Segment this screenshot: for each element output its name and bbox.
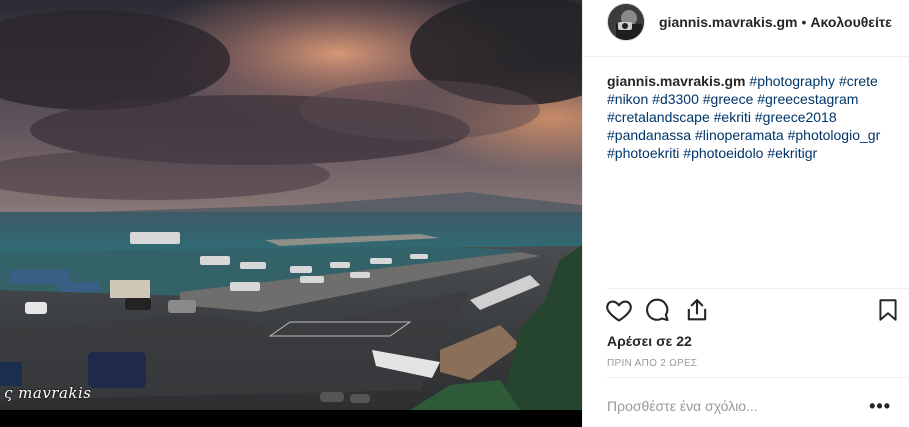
header-divider <box>583 56 909 57</box>
hashtag-link[interactable]: #greece2018 <box>755 109 837 125</box>
more-options-icon[interactable]: ••• <box>869 396 891 417</box>
hashtag-link[interactable]: #crete <box>839 73 878 89</box>
hashtag-link[interactable]: #linoperamata <box>695 127 784 143</box>
post-caption: giannis.mavrakis.gm #photography #crete … <box>607 72 897 162</box>
hashtag-link[interactable]: #cretalandscape <box>607 109 710 125</box>
caption-username[interactable]: giannis.mavrakis.gm <box>607 73 746 89</box>
avatar[interactable] <box>607 2 645 41</box>
post-header: giannis.mavrakis.gm • Ακολουθείτε <box>607 0 907 43</box>
hashtag-link[interactable]: #nikon <box>607 91 648 107</box>
harbour-photo <box>0 0 582 410</box>
comment-divider <box>607 377 909 378</box>
avatar-image <box>608 3 644 40</box>
hashtag-link[interactable]: #photoekriti <box>607 145 679 161</box>
bookmark-icon[interactable] <box>875 296 905 326</box>
hashtag-link[interactable]: #greece <box>703 91 754 107</box>
hashtag-link[interactable]: #ekritigr <box>767 145 817 161</box>
header-separator: • <box>801 13 807 30</box>
hashtag-link[interactable]: #ekriti <box>714 109 751 125</box>
hashtag-link[interactable]: #photologio_gr <box>788 127 881 143</box>
action-bar <box>605 296 905 328</box>
post-photo[interactable]: ς mavrakis <box>0 0 582 410</box>
post-sidebar: giannis.mavrakis.gm • Ακολουθείτε gianni… <box>582 0 909 427</box>
hashtag-link[interactable]: #photography <box>749 73 835 89</box>
post-timestamp[interactable]: ΠΡΙΝ ΑΠΟ 2 ΩΡΕΣ <box>607 358 697 369</box>
heart-icon[interactable] <box>605 296 635 326</box>
hashtag-link[interactable]: #photoeidolo <box>683 145 763 161</box>
photo-bottom-bar <box>0 410 582 427</box>
likes-count[interactable]: Αρέσει σε 22 <box>607 333 692 349</box>
photo-watermark: ς mavrakis <box>4 384 92 402</box>
post-view: ς mavrakis giannis.mavrakis.gm • Ακολουθ… <box>0 0 909 427</box>
hashtag-link[interactable]: #d3300 <box>652 91 699 107</box>
follow-status-button[interactable]: Ακολουθείτε <box>810 14 891 30</box>
hashtag-link[interactable]: #pandanassa <box>607 127 691 143</box>
comment-icon[interactable] <box>643 296 673 326</box>
hashtag-link[interactable]: #greecestagram <box>757 91 858 107</box>
actions-divider <box>607 288 909 289</box>
share-icon[interactable] <box>683 296 713 326</box>
header-username[interactable]: giannis.mavrakis.gm <box>659 14 798 30</box>
comment-input[interactable]: Προσθέστε ένα σχόλιο... <box>607 398 837 414</box>
